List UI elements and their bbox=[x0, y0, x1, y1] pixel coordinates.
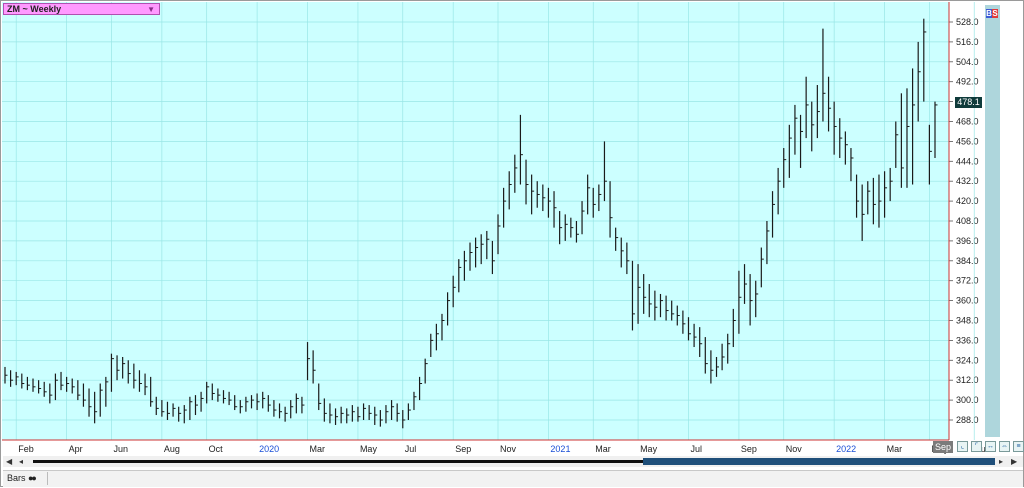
y-tick-label: 348.0 bbox=[956, 316, 979, 326]
y-tick-label: 288.0 bbox=[956, 415, 979, 425]
y-tick-label: 456.0 bbox=[956, 136, 979, 146]
y-tick-label: 420.0 bbox=[956, 196, 979, 206]
y-tick-label: 504.0 bbox=[956, 57, 979, 67]
link-icon[interactable]: ●● bbox=[28, 473, 37, 483]
sell-badge[interactable]: S bbox=[992, 9, 998, 18]
x-year-label: 2022 bbox=[836, 444, 856, 454]
chart-window: 288.0 300.0 312.0 324.0 336.0 348.0 360.0 372.0… bbox=[0, 0, 1024, 487]
y-tick-label: 372.0 bbox=[956, 276, 979, 286]
x-month-label: May bbox=[640, 444, 658, 454]
zoom-out-icon[interactable]: ⌞ bbox=[957, 441, 968, 452]
compress-icon[interactable]: ↔ bbox=[985, 441, 996, 452]
x-year-label: 2021 bbox=[550, 444, 570, 454]
bars-label: Bars bbox=[7, 473, 26, 483]
price-scale-strip bbox=[985, 5, 1000, 437]
x-month-label: Oct bbox=[209, 444, 224, 454]
y-tick-label: 324.0 bbox=[956, 355, 979, 365]
weekly-ohlc-chart[interactable]: 288.0 300.0 312.0 324.0 336.0 348.0 360.0 372.0… bbox=[1, 1, 1024, 488]
x-month-label: Nov bbox=[500, 444, 517, 454]
symbol-label: ZM ~ Weekly bbox=[7, 4, 62, 14]
y-tick-label: 432.0 bbox=[956, 176, 979, 186]
x-month-label: Nov bbox=[786, 444, 803, 454]
x-month-label: Mar bbox=[595, 444, 611, 454]
scroll-thumb[interactable] bbox=[643, 458, 995, 465]
y-tick-label: 300.0 bbox=[956, 395, 979, 405]
y-tick-label: 492.0 bbox=[956, 77, 979, 87]
y-tick-label: 360.0 bbox=[956, 296, 979, 306]
x-month-label: Jul bbox=[405, 444, 417, 454]
scroll-start-icon[interactable]: ◀ bbox=[6, 456, 16, 467]
horizontal-scrollbar[interactable]: ◀ ◂ ▸ ▶ bbox=[3, 456, 1023, 467]
last-month-label: Sep bbox=[933, 441, 953, 453]
chart-mode-icon[interactable]: ≡ bbox=[1013, 441, 1024, 452]
symbol-selector[interactable]: ZM ~ Weekly ▼ bbox=[3, 3, 160, 15]
expand-icon[interactable]: ⇔ bbox=[999, 441, 1010, 452]
x-month-label: Feb bbox=[18, 444, 34, 454]
status-divider bbox=[47, 472, 48, 485]
x-month-label: Aug bbox=[164, 444, 180, 454]
y-tick-label: 516.0 bbox=[956, 37, 979, 47]
scroll-end-icon[interactable]: ▶ bbox=[1011, 456, 1021, 467]
x-month-label: Mar bbox=[887, 444, 903, 454]
y-tick-label: 408.0 bbox=[956, 216, 979, 226]
y-tick-label: 444.0 bbox=[956, 156, 979, 166]
y-tick-label: 336.0 bbox=[956, 335, 979, 345]
current-price-tag: 478.1 bbox=[955, 97, 982, 108]
scroll-left-icon[interactable]: ◂ bbox=[19, 456, 29, 467]
dropdown-arrow-icon: ▼ bbox=[147, 5, 155, 14]
buy-sell-badges[interactable]: BS bbox=[986, 9, 998, 18]
x-month-label: May bbox=[360, 444, 378, 454]
status-bar: Bars ●● bbox=[3, 470, 1023, 487]
y-tick-label: 396.0 bbox=[956, 236, 979, 246]
y-tick-label: 312.0 bbox=[956, 375, 979, 385]
y-tick-label: 468.0 bbox=[956, 117, 979, 127]
x-month-label: Mar bbox=[310, 444, 326, 454]
x-month-label: Sep bbox=[455, 444, 471, 454]
scroll-right-icon[interactable]: ▸ bbox=[999, 456, 1009, 467]
y-tick-label: 384.0 bbox=[956, 256, 979, 266]
x-month-label: Jun bbox=[113, 444, 128, 454]
x-month-label: Apr bbox=[69, 444, 83, 454]
x-month-label: Jul bbox=[690, 444, 702, 454]
y-tick-label: 528.0 bbox=[956, 17, 979, 27]
zoom-in-icon[interactable]: ⌜ bbox=[971, 441, 982, 452]
x-month-label: Sep bbox=[741, 444, 757, 454]
x-year-label: 2020 bbox=[259, 444, 279, 454]
